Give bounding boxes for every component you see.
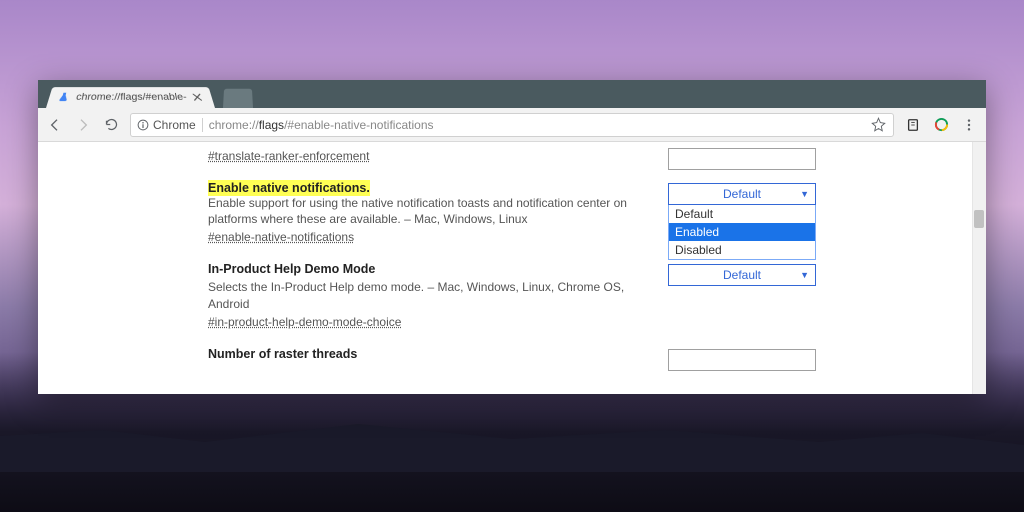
url-display: chrome://flags/#enable-native-notificati… (209, 118, 434, 132)
maximize-button[interactable] (902, 80, 942, 108)
flag-select[interactable] (668, 148, 816, 170)
flag-select[interactable]: Default ▼ (668, 264, 816, 286)
chevron-down-icon: ▼ (800, 189, 809, 199)
reload-button[interactable] (102, 116, 120, 134)
flag-anchor-link[interactable]: #translate-ranker-enforcement (208, 149, 369, 163)
select-value: Default (723, 187, 761, 201)
forward-button[interactable] (74, 116, 92, 134)
flag-anchor-link[interactable]: #enable-native-notifications (208, 230, 354, 244)
flag-anchor-link[interactable]: #in-product-help-demo-mode-choice (208, 315, 401, 329)
extension-icon-1[interactable] (904, 116, 922, 134)
info-icon (137, 119, 149, 131)
profile-label: Work (817, 88, 842, 100)
browser-window: Work chrome://flags/#enable- Chrome chro… (38, 80, 986, 394)
new-tab-button[interactable] (223, 89, 253, 108)
tab-title: chrome://flags/#enable- (75, 92, 188, 102)
flag-item-raster: Number of raster threads (208, 335, 816, 370)
flag-item-native-notifications: Enable native notifications. Enable supp… (208, 169, 816, 250)
site-info-chip[interactable]: Chrome (137, 118, 203, 132)
minimize-button[interactable] (862, 80, 902, 108)
close-button[interactable] (942, 80, 982, 108)
scrollbar[interactable] (972, 142, 986, 394)
toolbar: Chrome chrome://flags/#enable-native-not… (38, 108, 986, 142)
flag-title: Enable native notifications. (208, 180, 370, 196)
menu-button[interactable] (960, 116, 978, 134)
tab-close-icon[interactable] (189, 91, 206, 103)
address-bar[interactable]: Chrome chrome://flags/#enable-native-not… (130, 113, 894, 137)
chevron-down-icon: ▼ (800, 270, 809, 280)
option-default[interactable]: Default (669, 205, 815, 223)
flag-select[interactable]: Default ▼ (668, 183, 816, 205)
flag-description: Enable support for using the native noti… (208, 195, 668, 227)
flag-item: #translate-ranker-enforcement (208, 142, 816, 169)
option-enabled[interactable]: Enabled (669, 223, 815, 241)
flag-item-iph: In-Product Help Demo Mode Selects the In… (208, 250, 816, 334)
page-content: #translate-ranker-enforcement Enable nat… (38, 142, 986, 394)
flag-select[interactable] (668, 349, 816, 371)
bookmark-star-icon[interactable] (869, 116, 887, 134)
extension-icon-2[interactable] (932, 116, 950, 134)
flask-icon (55, 91, 72, 103)
select-value: Default (723, 268, 761, 282)
site-label: Chrome (153, 118, 196, 132)
active-tab[interactable]: chrome://flags/#enable- (46, 87, 215, 108)
scrollbar-thumb[interactable] (974, 210, 984, 228)
back-button[interactable] (46, 116, 64, 134)
flag-description: Selects the In-Product Help demo mode. –… (208, 279, 668, 311)
